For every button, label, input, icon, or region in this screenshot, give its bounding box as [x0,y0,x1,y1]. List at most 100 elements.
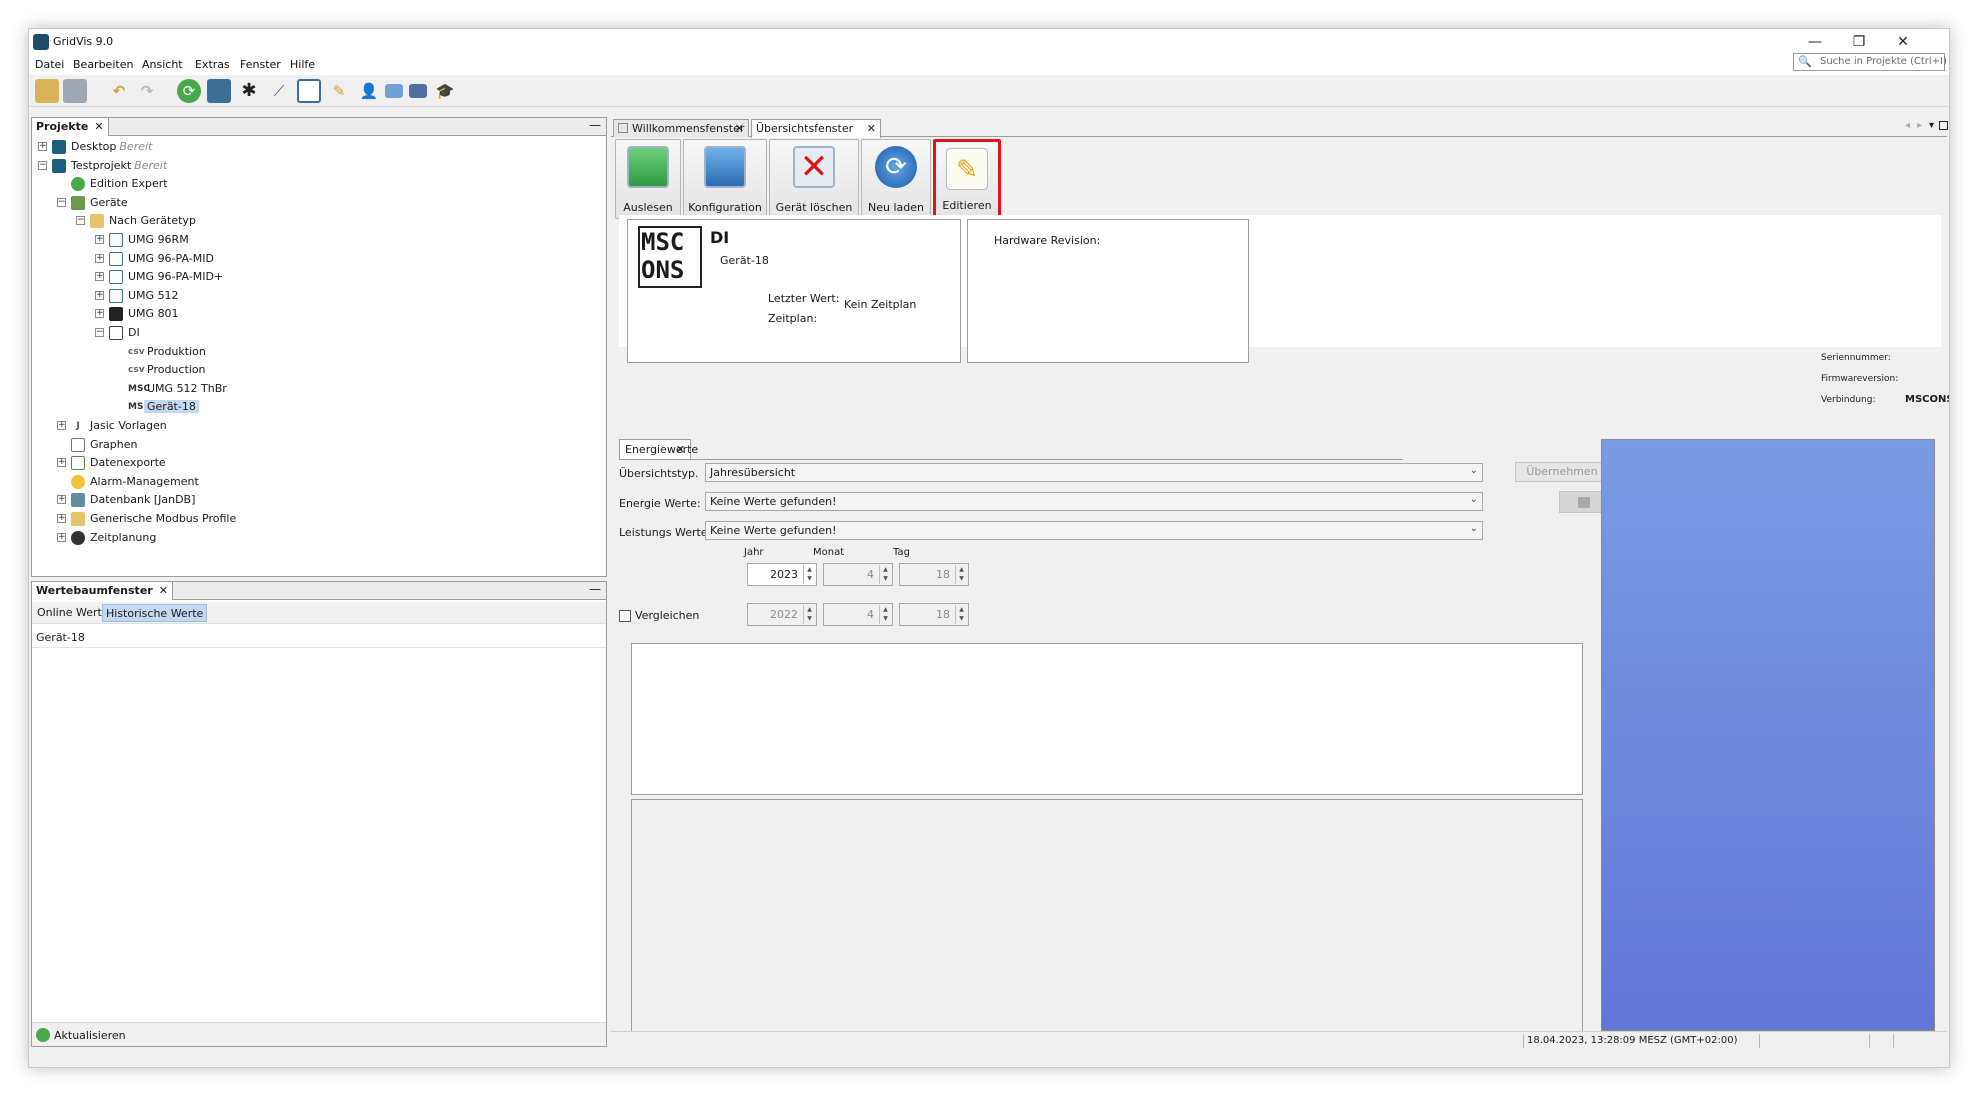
maximize-editor-icon[interactable] [1939,121,1948,130]
menu-fenster[interactable]: Fenster [240,58,281,71]
tree-item[interactable]: − DI [32,324,602,342]
tree-item[interactable]: csv Produktion [32,343,602,361]
expand-icon[interactable]: + [57,458,66,468]
scroll-tabs-left-icon[interactable]: ◂ [1905,120,1910,131]
minimize-button[interactable]: — [1793,29,1837,55]
scroll-tabs-right-icon[interactable]: ▸ [1917,120,1922,131]
tab-projekte[interactable]: Projekte ✕ [32,118,109,136]
spinner-arrows-icon[interactable]: ▲ ▼ [955,605,967,624]
save-values-button[interactable] [1559,491,1607,513]
month-spinner[interactable]: 4 ▲ ▼ [823,563,893,586]
tree-item[interactable]: + J Jasic Vorlagen [32,417,602,435]
refresh-icon[interactable]: ⟳ [177,79,201,103]
neu-laden-button[interactable]: ⟳ Neu laden [861,139,931,219]
power-values-select[interactable]: Keine Werte gefunden! ⌄ [705,521,1483,540]
collapse-icon[interactable]: − [95,328,104,337]
tree-item[interactable]: − Testprojekt Bereit [32,157,602,175]
konfiguration-button[interactable]: Konfiguration [683,139,767,219]
tab-energiewerte[interactable]: Energiewerte ✕ [619,439,698,459]
menu-datei[interactable]: Datei [35,58,64,71]
restore-button[interactable]: ❐ [1837,29,1881,55]
day-spinner[interactable]: 18 ▲ ▼ [899,563,969,586]
tab-list-icon[interactable]: ▾ [1929,120,1934,131]
tree-item[interactable]: Graphen [32,436,602,454]
expand-icon[interactable]: + [38,142,47,151]
tree-item[interactable]: + Datenexporte [32,454,602,472]
tree-item[interactable]: + UMG 96RM [32,231,602,249]
display-icon[interactable] [409,84,427,98]
tree-item[interactable]: + Generische Modbus Profile [32,510,602,528]
tree-item[interactable]: + UMG 512 [32,287,602,305]
tree-item[interactable]: − Nach Gerätetyp [32,212,602,230]
spinner-arrows-icon[interactable]: ▲ ▼ [879,605,891,624]
undo-icon[interactable]: ↶ [107,79,131,103]
expand-icon[interactable]: + [95,290,104,300]
close-tab-icon[interactable]: ✕ [735,122,744,135]
expand-icon[interactable]: + [95,235,104,244]
menu-hilfe[interactable]: Hilfe [290,58,315,71]
editieren-button[interactable]: ✎ Editieren [933,139,1001,219]
close-tab-icon[interactable]: ✕ [94,120,103,133]
collapse-icon[interactable]: − [38,160,47,170]
device-icon[interactable] [207,79,231,103]
topology-icon[interactable]: ✱ [237,79,261,103]
tree-item[interactable]: Edition Expert [32,175,602,193]
collapse-icon[interactable]: − [76,216,85,226]
minimize-panel-button[interactable]: — [588,583,602,597]
tools-icon[interactable]: ✎ [327,79,351,103]
open-project-icon[interactable] [35,79,59,103]
tree-item[interactable]: + UMG 96-PA-MID+ [32,268,602,286]
compare-month-spinner[interactable]: 4 ▲ ▼ [823,603,893,626]
compare-year-spinner[interactable]: 2022 ▲ ▼ [747,603,817,626]
export-icon[interactable] [297,79,321,103]
apply-button[interactable]: Übernehmen [1515,462,1609,482]
values-row[interactable]: Gerät-18 [32,626,606,648]
tree-item[interactable]: + Desktop Bereit [32,138,602,156]
search-input[interactable]: 🔍 Suche in Projekte (Ctrl+I) [1793,53,1947,71]
user-icon[interactable]: 👤 [357,79,381,103]
expand-icon[interactable]: + [95,309,104,319]
year-spinner[interactable]: 2023 ▲ ▼ [747,563,817,586]
subtab-online-werte[interactable]: Online Werte [34,604,112,622]
subtab-historische-werte[interactable]: Historische Werte [102,604,208,622]
academy-icon[interactable]: 🎓 [433,79,457,103]
tree-item[interactable]: MSC UMG 512 ThBr [32,380,602,398]
expand-icon[interactable]: + [95,272,104,282]
tree-item[interactable]: MSC Gerät-18 [32,398,602,416]
close-tab-icon[interactable]: ✕ [676,443,685,456]
tab-wertebaumfenster[interactable]: Wertebaumfenster ✕ [32,582,173,600]
auslesen-button[interactable]: Auslesen [615,139,681,219]
expand-icon[interactable]: + [57,421,66,430]
tree-item[interactable]: − Geräte [32,194,602,212]
tab-uebersichtsfenster[interactable]: Übersichtsfenster ✕ [751,119,881,138]
refresh-button[interactable]: Aktualisieren [54,1029,126,1042]
compare-checkbox[interactable] [619,610,631,622]
spinner-arrows-icon[interactable]: ▲ ▼ [955,565,967,584]
save-icon[interactable] [63,79,87,103]
close-button[interactable]: ✕ [1881,29,1925,55]
menu-ansicht[interactable]: Ansicht [142,58,183,71]
tree-item[interactable]: csv Production [32,361,602,379]
geraet-loeschen-button[interactable]: ✕ Gerät löschen [769,139,859,219]
tab-willkommensfenster[interactable]: Willkommensfenster ✕ [613,119,749,137]
spinner-arrows-icon[interactable]: ▲ ▼ [803,605,815,624]
close-tab-icon[interactable]: ✕ [159,584,168,597]
minimize-panel-button[interactable]: — [588,119,602,133]
graph-icon[interactable]: ⟋ [267,79,291,103]
compare-day-spinner[interactable]: 18 ▲ ▼ [899,603,969,626]
expand-icon[interactable]: + [57,495,66,505]
expand-icon[interactable]: + [95,253,104,263]
collapse-icon[interactable]: − [57,197,66,207]
spinner-arrows-icon[interactable]: ▲ ▼ [803,565,815,584]
tree-item[interactable]: + Datenbank [JanDB] [32,491,602,509]
spinner-arrows-icon[interactable]: ▲ ▼ [879,565,891,584]
overview-type-select[interactable]: Jahresübersicht ⌄ [705,463,1483,482]
tree-item[interactable]: + UMG 96-PA-MID [32,250,602,268]
expand-icon[interactable]: + [57,514,66,523]
tree-item[interactable]: Alarm-Management [32,473,602,491]
menu-bearbeiten[interactable]: Bearbeiten [73,58,133,71]
energy-values-select[interactable]: Keine Werte gefunden! ⌄ [705,492,1483,511]
menu-extras[interactable]: Extras [195,58,230,71]
monitor-icon[interactable] [385,84,403,98]
tree-item[interactable]: + Zeitplanung [32,529,602,547]
